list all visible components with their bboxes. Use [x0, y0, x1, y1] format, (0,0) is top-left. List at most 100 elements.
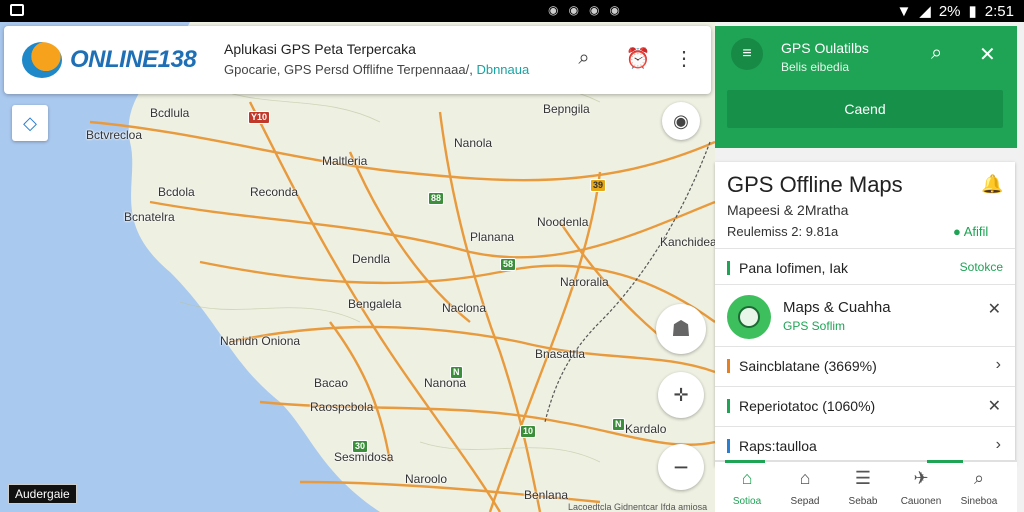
close-icon: ✕ — [987, 301, 1001, 318]
panel-close-button[interactable]: ✕ — [979, 42, 996, 67]
active-tab-indicator — [725, 460, 765, 463]
check-circle-icon: ● — [953, 224, 961, 239]
map-place-label: Reconda — [250, 185, 299, 199]
list-icon: ☰ — [854, 468, 872, 488]
nav-label: Sineboa — [960, 496, 998, 507]
battery-level: 2% — [938, 2, 961, 20]
list-item-label: Raps:taulloa — [739, 438, 817, 454]
battery-icon: ▮ — [968, 3, 977, 20]
screenshot-icon — [10, 4, 24, 16]
map-place-label: Naroralia — [560, 275, 609, 289]
app-compass-icon — [727, 295, 771, 339]
map-place-label: Nanola — [454, 136, 493, 150]
home-icon: ⌂ — [741, 468, 753, 488]
nav-item-saved[interactable]: ⌂ Sepad — [777, 468, 833, 507]
brand-logo-text: ONLINE138 — [70, 46, 197, 73]
map-place-label: Planana — [470, 230, 515, 244]
app-row[interactable]: Maps & Cuahha GPS Soflim ✕ — [715, 284, 1015, 346]
compass-button[interactable]: ◉ — [662, 102, 700, 140]
road-shield: 58 — [500, 258, 517, 271]
row-color-bar — [727, 261, 730, 275]
road-shield: 30 — [352, 440, 369, 453]
menu-button[interactable]: ≡ — [731, 38, 763, 70]
layers-button[interactable]: ◇ — [12, 105, 48, 141]
alarm-icon: ⏰ — [625, 47, 651, 70]
row-value: Sotokce — [959, 260, 1003, 274]
list-item-label: Reperiotatoc (1060%) — [739, 398, 876, 414]
wifi-icon: ▼ — [896, 2, 912, 20]
header-subtitle-main: Gpocarie, GPS Persd Offlifne Terpennaaa/… — [224, 62, 473, 77]
card-detail-2: Reulemiss 2: 9.81a — [727, 224, 839, 239]
bell-icon: 🔔 — [981, 174, 1004, 194]
clock: 2:51 — [984, 2, 1014, 20]
location-icon: ✛ — [673, 384, 689, 405]
app-header: ONLINE138 Aplukasi GPS Peta Terpercaka G… — [4, 26, 711, 94]
road-shield: Y10 — [248, 111, 271, 124]
brand-logo-icon — [22, 42, 62, 78]
list-item[interactable]: Raps:taulloa › — [715, 426, 1015, 464]
app-subtitle: GPS Soflim — [783, 319, 846, 333]
map-place-label: Bcdola — [158, 185, 195, 199]
road-shield: 39 — [590, 179, 607, 192]
map-place-label: Bcnatelra — [124, 210, 175, 224]
list-item[interactable]: Saincblatane (3669%) › — [715, 346, 1015, 384]
app-name: Maps & Cuahha — [783, 299, 891, 316]
info-row[interactable]: Pana Iofimen, Iak Sotokce — [715, 248, 1015, 286]
layers-icon: ◇ — [23, 112, 37, 133]
card-status-text: Afifil — [963, 224, 989, 239]
panel-search-button[interactable]: ⌕ — [931, 42, 942, 65]
map-place-label: Bcdlula — [150, 106, 190, 120]
panel-header: ≡ GPS Oulatilbs Belis eibedia ⌕ ✕ Caend — [715, 26, 1017, 148]
card-detail-1: Mapeesi & 2Mratha — [727, 202, 849, 218]
more-options-button[interactable]: ⋮ — [670, 44, 698, 72]
list-item-label: Saincblatane (3669%) — [739, 358, 877, 374]
minus-icon: − — [673, 451, 689, 482]
nav-item-search[interactable]: ⌕ Sineboa — [951, 468, 1007, 507]
map-place-label: Bepngila — [543, 102, 590, 116]
nav-label: Sotioa — [732, 496, 762, 507]
search-icon: ⌕ — [973, 468, 985, 488]
nav-item-home[interactable]: ⌂ Sotioa — [719, 468, 775, 507]
compass-icon: ◉ — [673, 110, 689, 131]
directions-icon: ✈ — [913, 468, 929, 488]
map-place-label: Bctvrecloa — [86, 128, 143, 142]
my-location-button[interactable]: ✛ — [658, 372, 704, 418]
active-tab-indicator — [927, 460, 963, 463]
map-place-label: Bnasattla — [535, 347, 586, 361]
map-place-label: Naroolo — [405, 472, 448, 486]
panel-action-button[interactable]: Caend — [727, 90, 1003, 128]
chevron-right-icon: › — [995, 436, 1001, 453]
nav-label: Sebab — [848, 496, 878, 507]
nav-item-list[interactable]: ☰ Sebab — [835, 468, 891, 507]
row-color-bar — [727, 439, 730, 453]
map-place-label: Bacao — [314, 376, 349, 390]
map-place-label: Naclona — [442, 301, 487, 315]
map-footer-badge: Audergaie — [8, 484, 77, 504]
row-label: Pana Iofimen, Iak — [739, 260, 848, 276]
street-view-button[interactable]: ☗ — [656, 304, 706, 354]
map-place-label: Nanidn Oniona — [220, 334, 301, 348]
notification-icons: ◉◉◉◉ — [548, 3, 630, 17]
bottom-nav: ⌂ Sotioa ⌂ Sepad ☰ Sebab ✈ Cauonen ⌕ Sin… — [715, 460, 1017, 512]
row-color-bar — [727, 359, 730, 373]
panel-header-subtitle: Belis eibedia — [781, 60, 850, 74]
map-attribution: Lacoedtcla Gidnentcar Ifda amiosa — [568, 502, 708, 512]
search-button[interactable]: ⌕ — [570, 44, 598, 72]
list-item[interactable]: Reperiotatoc (1060%) ✕ — [715, 386, 1015, 424]
map-view[interactable]: Bcdlula Bepngila Bctvrecloa Nanola Maltl… — [0, 22, 715, 512]
road-shield: 10 — [520, 425, 537, 438]
alarm-button[interactable]: ⏰ — [624, 44, 652, 72]
notification-button[interactable]: 🔔 — [981, 174, 1003, 195]
status-bar: ◉◉◉◉ ▼ ◢ 2% ▮ 2:51 — [0, 0, 1024, 22]
side-panel: ≡ GPS Oulatilbs Belis eibedia ⌕ ✕ Caend … — [715, 22, 1024, 512]
zoom-out-button[interactable]: − — [658, 444, 704, 490]
nav-item-directions[interactable]: ✈ Cauonen — [893, 468, 949, 507]
close-icon[interactable]: ✕ — [988, 396, 1001, 416]
map-place-label: Maltleria — [322, 154, 368, 168]
header-title: Aplukasi GPS Peta Terpercaka — [224, 41, 416, 57]
menu-icon: ≡ — [742, 45, 752, 62]
header-subtitle-accent: Dbnnaua — [476, 62, 530, 77]
dismiss-button[interactable]: ✕ — [988, 299, 1001, 319]
map-graphics — [0, 22, 715, 512]
search-icon: ⌕ — [931, 42, 943, 64]
